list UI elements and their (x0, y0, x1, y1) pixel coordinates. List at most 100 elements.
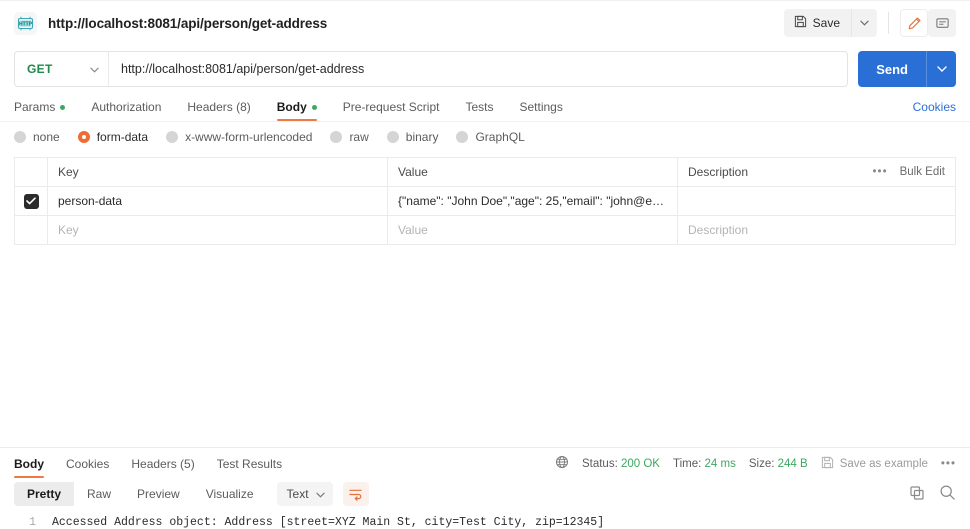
body-type-binary-label: binary (405, 129, 439, 144)
http-method-selector[interactable]: GET (15, 52, 109, 86)
empty-row-checkbox-cell (14, 215, 48, 245)
response-toolbar-actions (909, 484, 956, 504)
tab-settings-label: Settings (519, 100, 563, 114)
word-wrap-icon[interactable] (342, 482, 369, 506)
tab-authorization-label: Authorization (91, 100, 162, 114)
url-box: GET (14, 51, 849, 87)
tab-tests-label: Tests (465, 100, 494, 114)
send-options-chevron-down-icon[interactable] (926, 51, 956, 87)
page-title: http://localhost:8081/api/person/get-add… (48, 15, 328, 31)
header-divider (888, 12, 889, 34)
svg-text:HTTP: HTTP (19, 21, 33, 27)
view-mode-preview[interactable]: Preview (124, 482, 193, 506)
save-button[interactable]: Save (783, 9, 851, 37)
body-type-raw[interactable]: raw (330, 130, 369, 144)
radio-icon (14, 130, 26, 143)
response-format-selector[interactable]: Text (276, 482, 333, 506)
request-header: HTTP http://localhost:8081/api/person/ge… (0, 0, 970, 45)
body-type-graphql[interactable]: GraphQL (456, 129, 525, 144)
tab-authorization[interactable]: Authorization (91, 100, 161, 121)
postman-window: HTTP http://localhost:8081/api/person/ge… (0, 0, 970, 529)
view-mode-visualize[interactable]: Visualize (192, 482, 267, 506)
http-method-label: GET (27, 62, 53, 76)
empty-row-value-cell[interactable]: Value (387, 215, 678, 245)
cookies-link[interactable]: Cookies (913, 100, 956, 121)
radio-icon (330, 130, 343, 143)
row-value-value: {"name": "John Doe","age": 25,"email": "… (398, 194, 667, 208)
tab-headers[interactable]: Headers (8) (187, 100, 250, 121)
size-value: 244 B (777, 457, 808, 470)
response-body[interactable]: 1 Accessed Address object: Address [stre… (0, 510, 970, 529)
body-type-form-data[interactable]: form-data (77, 130, 148, 144)
request-tabs: Params Authorization Headers (8) Body Pr… (0, 93, 970, 121)
table-row[interactable]: person-data {"name": "John Doe","age": 2… (14, 186, 956, 216)
row-enabled-checkbox[interactable] (23, 193, 39, 209)
time-value: 24 ms (704, 457, 736, 470)
response-tab-body[interactable]: Body (14, 457, 44, 478)
response-tab-test-results-label: Test Results (216, 457, 283, 471)
response-tab-test-results[interactable]: Test Results (217, 457, 282, 478)
save-button-label: Save (812, 16, 840, 30)
response-more-options-icon[interactable]: ••• (941, 458, 956, 470)
tab-pre-request-script[interactable]: Pre-request Script (343, 100, 440, 121)
copy-icon[interactable] (909, 485, 925, 504)
response-tab-cookies[interactable]: Cookies (66, 457, 109, 478)
empty-row-description-cell[interactable]: Description (677, 215, 956, 245)
form-data-table: Key Value Description ••• Bulk Edit pers… (14, 157, 956, 245)
response-tab-cookies-label: Cookies (66, 457, 110, 471)
table-body: person-data {"name": "John Doe","age": 2… (14, 186, 956, 245)
column-header-checkbox (14, 157, 48, 187)
row-key-cell[interactable]: person-data (47, 186, 388, 216)
body-type-binary[interactable]: binary (386, 129, 439, 144)
response-size[interactable]: Size: 244 B (749, 458, 808, 470)
save-button-group: Save (783, 9, 877, 37)
column-header-description: Description ••• Bulk Edit (677, 157, 956, 187)
comment-icon[interactable] (928, 9, 956, 37)
search-icon[interactable] (939, 484, 956, 504)
empty-row-key-cell[interactable]: Key (47, 215, 388, 245)
body-type-radio-group: none form-data x-www-form-urlencoded raw… (0, 121, 970, 151)
edit-pencil-icon[interactable] (900, 9, 928, 37)
bulk-edit-button[interactable]: Bulk Edit (900, 166, 945, 178)
view-mode-pretty[interactable]: Pretty (14, 482, 75, 506)
row-description-cell[interactable] (677, 186, 956, 216)
empty-row-key-placeholder: Key (58, 223, 79, 237)
body-type-x-www-form-urlencoded[interactable]: x-www-form-urlencoded (166, 130, 312, 144)
body-type-none[interactable]: none (14, 130, 60, 144)
response-tab-headers-label: Headers (5) (131, 457, 195, 471)
radio-icon (386, 130, 399, 143)
tab-settings[interactable]: Settings (519, 100, 562, 121)
table-row-empty[interactable]: Key Value Description (14, 215, 956, 245)
tab-pre-request-script-label: Pre-request Script (342, 100, 440, 114)
send-button-group: Send (858, 51, 956, 87)
response-time[interactable]: Time: 24 ms (673, 458, 736, 470)
tab-body[interactable]: Body (276, 100, 317, 121)
table-header-row: Key Value Description ••• Bulk Edit (14, 157, 956, 187)
line-number: 1 (29, 516, 36, 529)
body-type-none-label: none (33, 129, 60, 144)
save-options-chevron-down-icon[interactable] (851, 9, 877, 37)
table-header: Key Value Description ••• Bulk Edit (14, 157, 956, 187)
response-tab-headers[interactable]: Headers (5) (131, 457, 194, 478)
url-input[interactable] (109, 52, 848, 86)
table-more-options-icon[interactable]: ••• (873, 166, 888, 178)
column-header-key: Key (47, 157, 388, 187)
send-button[interactable]: Send (858, 51, 926, 87)
view-mode-raw[interactable]: Raw (74, 482, 125, 506)
status-code[interactable]: Status: 200 OK (582, 458, 660, 470)
tab-params[interactable]: Params (14, 100, 66, 121)
tab-tests[interactable]: Tests (465, 100, 493, 121)
response-tab-body-label: Body (14, 457, 44, 471)
response-body-line: 1 Accessed Address object: Address [stre… (14, 516, 956, 529)
column-header-description-label: Description (688, 165, 749, 179)
body-type-graphql-label: GraphQL (475, 129, 525, 144)
params-modified-dot-icon (60, 104, 66, 110)
row-value-cell[interactable]: {"name": "John Doe","age": 25,"email": "… (387, 186, 678, 216)
tab-params-label: Params (14, 100, 56, 114)
response-view-mode-group: Pretty Raw Preview Visualize (14, 482, 267, 506)
empty-row-description-placeholder: Description (688, 223, 749, 237)
status-value: 200 OK (620, 457, 660, 470)
column-header-value: Value (387, 157, 678, 187)
size-label: Size: (748, 457, 775, 470)
save-as-example-button[interactable]: Save as example (821, 456, 928, 472)
